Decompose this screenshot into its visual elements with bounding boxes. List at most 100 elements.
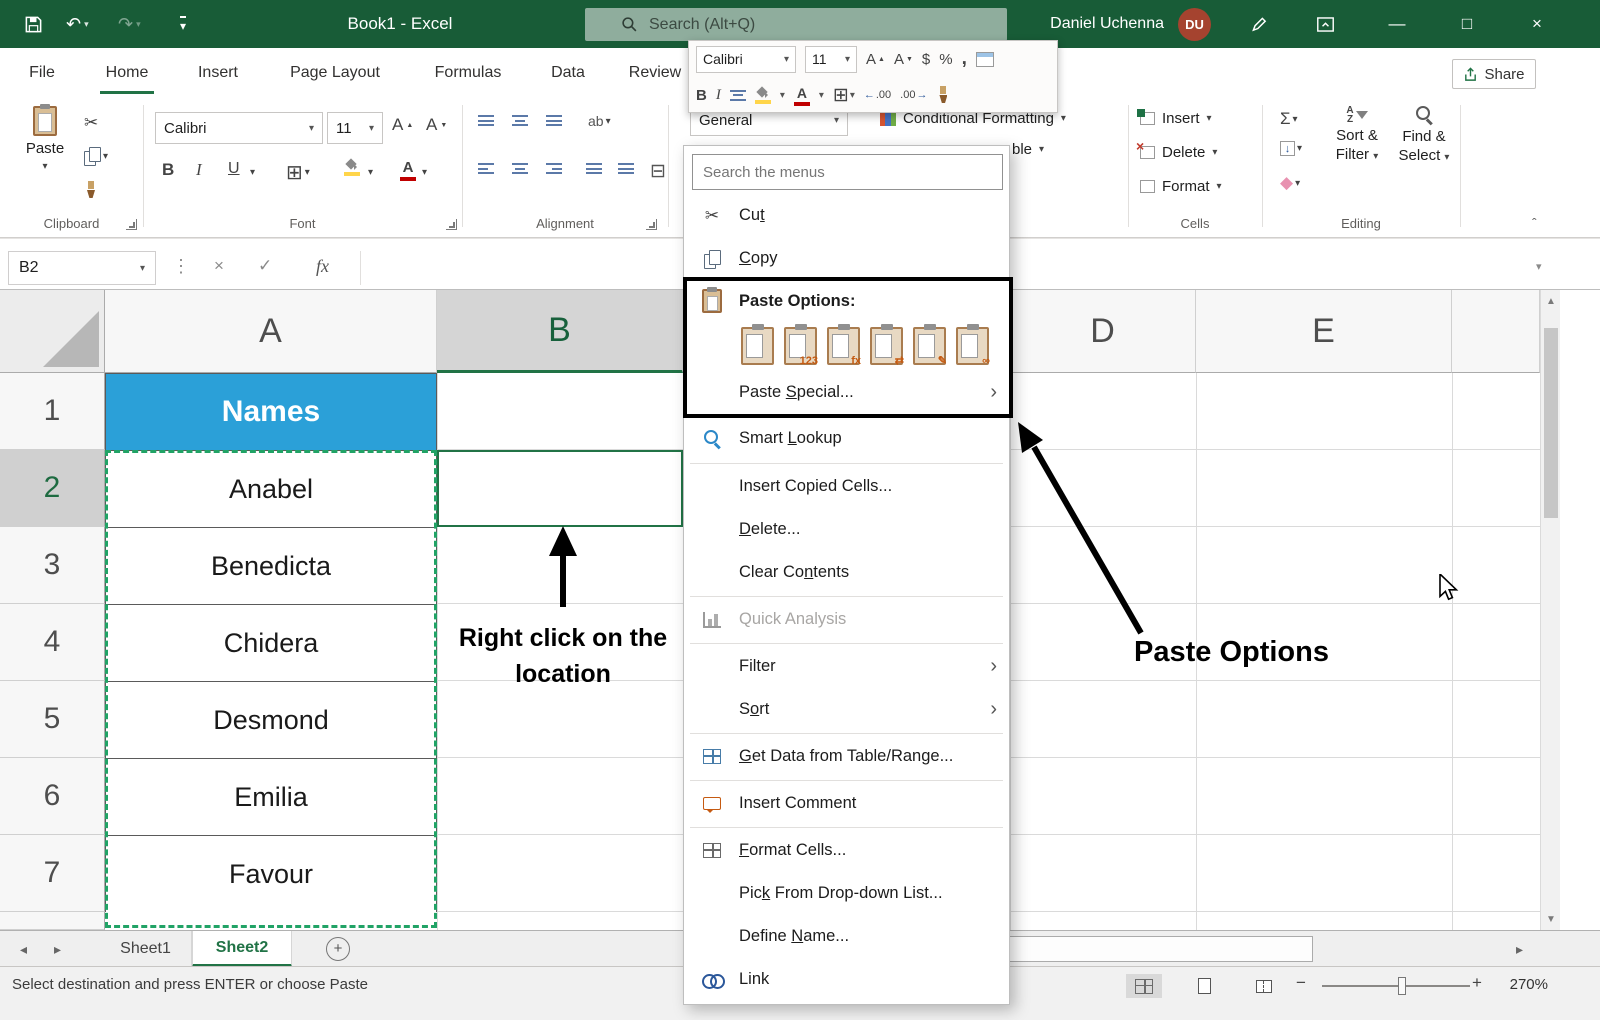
column-header-b[interactable]: B [437,290,683,373]
autosum-button[interactable]: Σ▾ [1280,109,1298,129]
search-box[interactable] [585,8,1007,41]
zoom-out-button[interactable]: − [1296,973,1306,993]
mini-bold-button[interactable]: B [696,87,707,104]
mini-font-name-select[interactable]: Calibri▾ [696,46,796,73]
cell-a2[interactable]: Anabel [106,451,436,528]
customize-quick-access-button[interactable]: ▾ [180,9,186,39]
paste-option-link[interactable]: ∞ [956,327,989,365]
paste-option-values[interactable]: 123 [784,327,817,365]
page-break-view-button[interactable] [1246,974,1282,998]
zoom-in-button[interactable]: + [1472,973,1482,993]
mini-center-align-button[interactable] [730,90,746,101]
cell-a4[interactable]: Chidera [106,605,436,682]
tab-data[interactable]: Data [540,48,596,97]
row-header-3[interactable]: 3 [0,527,105,604]
mini-increase-decimal-button[interactable]: ←.00 [864,89,891,101]
cell-a7[interactable]: Favour [106,836,436,913]
mini-fill-color-button[interactable] [755,87,771,104]
page-layout-view-button[interactable] [1186,974,1222,998]
share-button[interactable]: Share [1452,59,1536,89]
menu-item-clear-contents[interactable]: Clear Contents [684,551,1009,594]
cell-a3[interactable]: Benedicta [106,528,436,605]
mini-accounting-format-button[interactable]: $ [922,51,930,68]
menu-item-sort[interactable]: Sort › [684,688,1009,731]
fill-button[interactable]: ↓▾ [1280,141,1302,156]
vertical-scrollbar[interactable]: ▲ ▼ [1540,290,1560,930]
mini-comma-format-button[interactable]: , [962,48,967,70]
ribbon-display-options-button[interactable] [1316,9,1335,39]
sheet-tab-sheet2[interactable]: Sheet2 [192,931,292,967]
tab-page-layout[interactable]: Page Layout [276,48,394,97]
maximize-button[interactable]: □ [1444,0,1490,48]
paste-option-paste[interactable] [741,327,774,365]
mini-font-size-select[interactable]: 11▾ [805,46,857,73]
undo-button[interactable]: ↶▾ [66,9,89,39]
column-header-e[interactable]: E [1196,290,1452,373]
tab-insert[interactable]: Insert [188,48,248,97]
cancel-button[interactable]: × [214,251,224,281]
menu-item-smart-lookup[interactable]: Smart Lookup [684,416,1009,460]
save-button[interactable] [24,9,43,39]
expand-formula-bar-button[interactable]: ▾ [1536,251,1542,281]
zoom-level[interactable]: 270% [1492,976,1548,993]
cell-a5[interactable]: Desmond [106,682,436,759]
row-header-8[interactable] [0,912,105,930]
mini-format-as-table-button[interactable] [976,52,994,67]
horizontal-scrollbar-thumb[interactable] [1005,936,1313,962]
paste-option-transpose[interactable]: ⇄ [870,327,903,365]
name-box[interactable]: B2▾ [8,251,156,285]
tab-home[interactable]: Home [94,48,160,97]
menu-item-copy[interactable]: Copy [684,237,1009,280]
column-header-a[interactable]: A [105,290,437,373]
previous-sheet-button[interactable]: ◂ [20,931,27,967]
tab-review[interactable]: Review [622,48,688,97]
clear-button[interactable]: ◆▾ [1280,173,1300,193]
menu-item-insert-copied-cells[interactable]: Insert Copied Cells... [684,465,1009,508]
menu-item-filter[interactable]: Filter › [684,645,1009,688]
find-select-button[interactable]: Find & Select ▾ [1392,105,1456,164]
sort-filter-button[interactable]: AZ Sort & Filter ▾ [1328,105,1386,163]
select-all-corner[interactable] [0,290,105,373]
mini-increase-font-button[interactable]: A▲ [866,51,885,68]
scroll-right-icon[interactable]: ▸ [1516,931,1523,967]
menu-item-get-data[interactable]: Get Data from Table/Range... [684,735,1009,778]
close-button[interactable]: × [1514,0,1560,48]
cell-a6[interactable]: Emilia [106,759,436,836]
menu-search-input[interactable] [692,154,1003,190]
mini-borders-button[interactable]: ⊞▾ [833,84,855,107]
menu-item-insert-comment[interactable]: Insert Comment [684,782,1009,825]
new-sheet-button[interactable]: + [326,937,350,961]
collapse-ribbon-button[interactable]: ˆ [1532,215,1537,231]
scroll-up-icon[interactable]: ▲ [1541,290,1561,312]
paste-option-formulas[interactable]: fx [827,327,860,365]
row-header-4[interactable]: 4 [0,604,105,681]
paste-option-formatting[interactable]: ✎ [913,327,946,365]
row-header-1[interactable]: 1 [0,373,105,450]
menu-item-delete[interactable]: Delete... [684,508,1009,551]
mini-italic-button[interactable]: I [716,87,721,104]
pen-button[interactable] [1250,9,1268,39]
column-header-f[interactable] [1452,290,1540,373]
cell-a1[interactable]: Names [106,374,436,451]
menu-item-define-name[interactable]: Define Name... [684,915,1009,958]
mini-font-color-button[interactable]: A [794,85,810,106]
mini-percent-format-button[interactable]: % [939,51,952,68]
menu-item-cut[interactable]: ✂ Cut [684,194,1009,237]
mini-decrease-font-button[interactable]: A▼ [894,51,913,68]
zoom-slider[interactable] [1322,985,1470,987]
scroll-down-icon[interactable]: ▼ [1541,908,1561,930]
tab-formulas[interactable]: Formulas [422,48,514,97]
menu-item-paste-special[interactable]: Paste Special... › [684,370,1009,414]
tab-file[interactable]: File [18,48,66,97]
redo-button[interactable]: ↷▾ [118,9,141,39]
column-header-d[interactable]: D [1010,290,1196,373]
menu-item-pick-from-list[interactable]: Pick From Drop-down List... [684,872,1009,915]
mini-decrease-decimal-button[interactable]: .00→ [900,89,927,101]
next-sheet-button[interactable]: ▸ [54,931,61,967]
sheet-tab-sheet1[interactable]: Sheet1 [100,931,192,967]
zoom-slider-handle[interactable] [1398,977,1406,995]
avatar[interactable]: DU [1178,8,1211,41]
minimize-button[interactable]: — [1374,0,1420,48]
vertical-scrollbar-thumb[interactable] [1544,328,1558,518]
row-header-5[interactable]: 5 [0,681,105,758]
